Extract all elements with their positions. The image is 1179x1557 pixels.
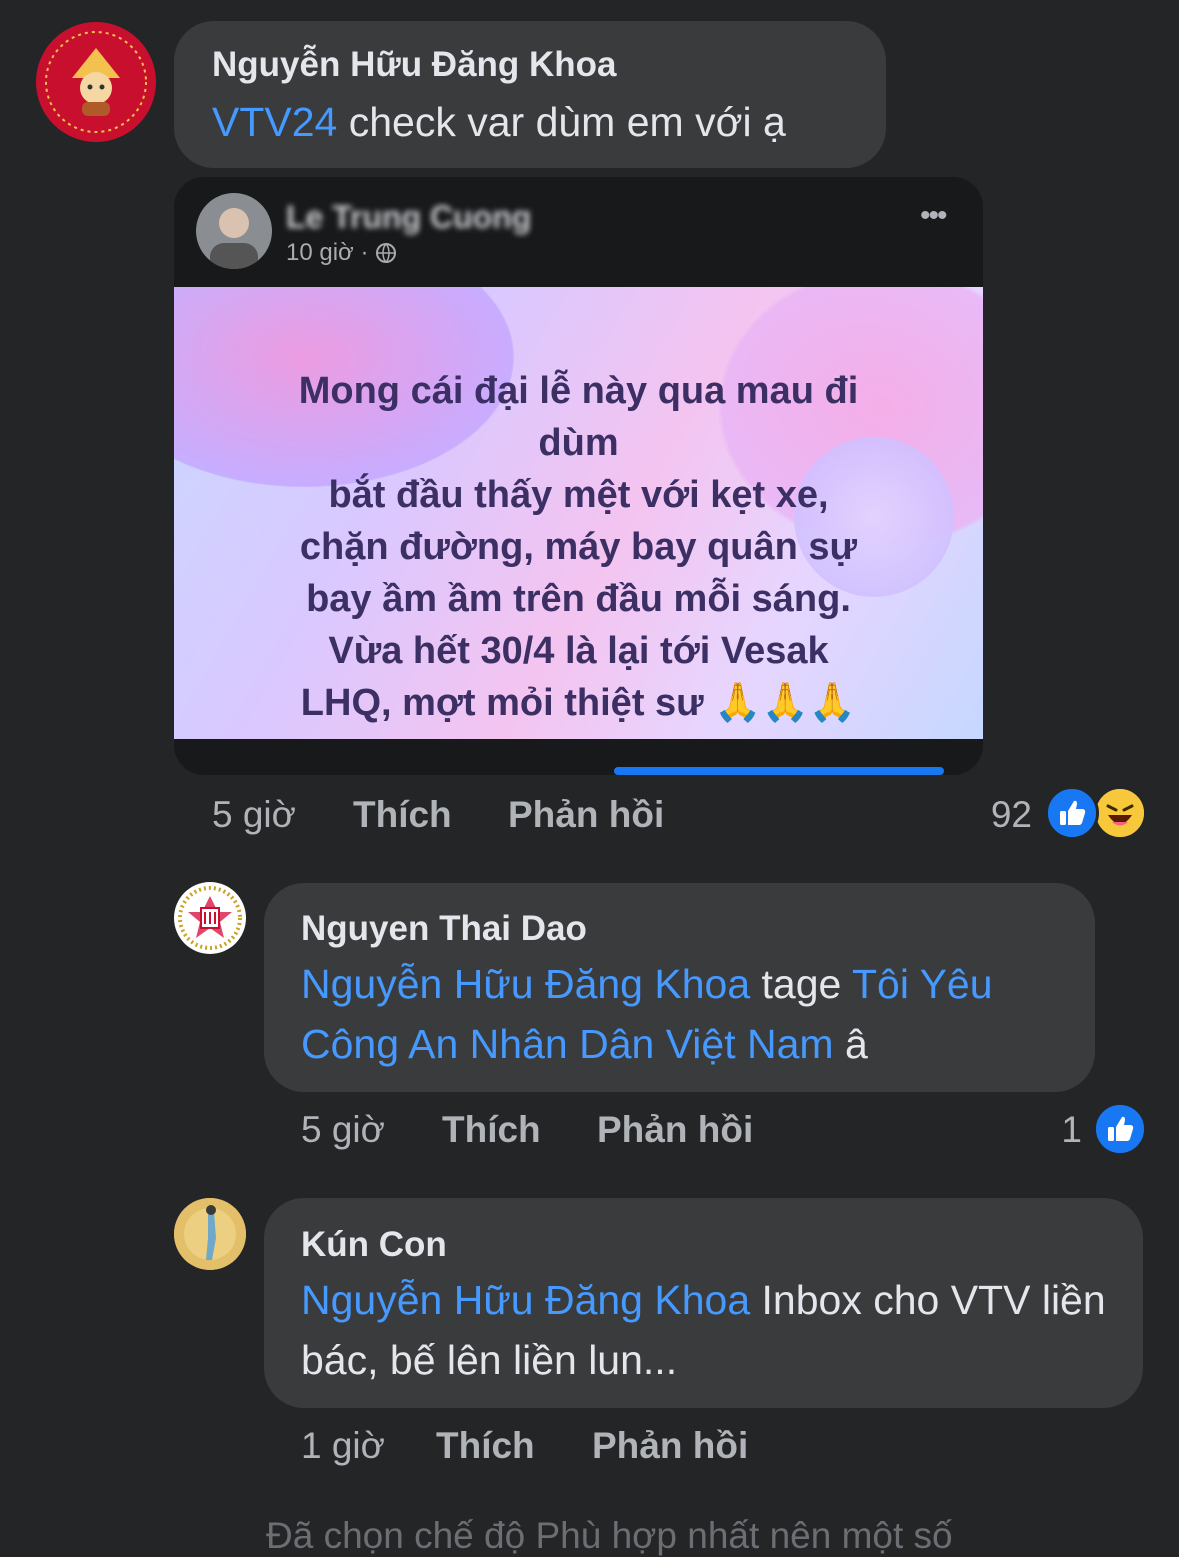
- comment-author[interactable]: Nguyễn Hữu Đăng Khoa: [212, 45, 617, 85]
- quote-line: Mong cái đại lễ này qua mau đi: [298, 370, 859, 412]
- quote-line: Vừa hết 30/4 là lại tới Vesak: [328, 630, 829, 672]
- avatar[interactable]: [174, 882, 246, 954]
- mention-link[interactable]: Nguyễn Hữu Đăng Khoa: [301, 961, 750, 1007]
- more-options-icon[interactable]: •••: [920, 199, 947, 233]
- quote-line: chặn đường, máy bay quân sự: [299, 526, 858, 568]
- reply-button[interactable]: Phản hồi: [592, 1425, 748, 1467]
- reply-button[interactable]: Phản hồi: [597, 1109, 753, 1151]
- haha-reaction-icon: [1093, 786, 1147, 840]
- embedded-meta: 10 giờ ·: [286, 239, 397, 267]
- comment-text-body: â: [833, 1021, 868, 1067]
- comment-actions: 5 giờ Thích Phản hồi: [301, 1109, 901, 1153]
- comment-author[interactable]: Kún Con: [301, 1225, 447, 1265]
- reaction-count[interactable]: 92: [960, 794, 1032, 836]
- like-reaction-icon: [1093, 1102, 1147, 1156]
- like-reaction-icon: [1045, 786, 1099, 840]
- comment-text: VTV24 check var dùm em với ạ: [212, 92, 786, 152]
- avatar-logo: [178, 886, 242, 950]
- comment-time[interactable]: 1 giờ: [301, 1425, 385, 1467]
- comment-actions: 5 giờ Thích Phản hồi: [212, 794, 812, 838]
- avatar-logo: [45, 31, 147, 133]
- like-button[interactable]: Thích: [353, 794, 452, 836]
- avatar[interactable]: [174, 1198, 246, 1270]
- quote-line: LHQ, mợt mỏi thiệt sư 🙏🙏🙏: [300, 682, 857, 724]
- embedded-author-name: Le Trung Cuong: [286, 199, 532, 235]
- embedded-time: 10 giờ: [286, 239, 354, 266]
- comment-time[interactable]: 5 giờ: [301, 1109, 385, 1151]
- comment-actions: 1 giờ Thích Phản hồi: [301, 1425, 901, 1469]
- comment-text: Nguyễn Hữu Đăng Khoa Inbox cho VTV liền …: [301, 1270, 1116, 1390]
- like-button[interactable]: Thích: [436, 1425, 535, 1467]
- quote-line: bắt đầu thấy mệt với kẹt xe,: [328, 474, 829, 516]
- globe-icon: [376, 243, 397, 263]
- filter-notice: Đã chọn chế độ Phù hợp nhất nên một số: [266, 1515, 953, 1556]
- quote-line: bay ầm ầm trên đầu mỗi sáng.: [306, 578, 851, 620]
- avatar[interactable]: [36, 22, 156, 142]
- embedded-post-image[interactable]: Le Trung Cuong 10 giờ · ••• Mong cái đại…: [174, 177, 983, 775]
- embedded-author-avatar: [196, 193, 272, 269]
- comment-text-body: tage: [750, 961, 852, 1007]
- comment-text-body: check var dùm em với ạ: [337, 99, 786, 145]
- reaction-count[interactable]: 1: [1040, 1109, 1082, 1151]
- reply-button[interactable]: Phản hồi: [508, 794, 664, 836]
- comment-author[interactable]: Nguyen Thai Dao: [301, 909, 587, 949]
- avatar-photo: [174, 1198, 246, 1270]
- quote-image: Mong cái đại lễ này qua mau đi dùm bắt đ…: [174, 287, 983, 739]
- comment-text: Nguyễn Hữu Đăng Khoa tage Tôi Yêu Công A…: [301, 954, 1081, 1074]
- comment-time[interactable]: 5 giờ: [212, 794, 296, 836]
- like-button[interactable]: Thích: [442, 1109, 541, 1151]
- quote-line: dùm: [538, 422, 619, 464]
- quote-text: Mong cái đại lễ này qua mau đi dùm bắt đ…: [174, 365, 983, 729]
- mention-link[interactable]: VTV24: [212, 99, 337, 145]
- progress-bar: [614, 767, 944, 775]
- mention-link[interactable]: Nguyễn Hữu Đăng Khoa: [301, 1277, 750, 1323]
